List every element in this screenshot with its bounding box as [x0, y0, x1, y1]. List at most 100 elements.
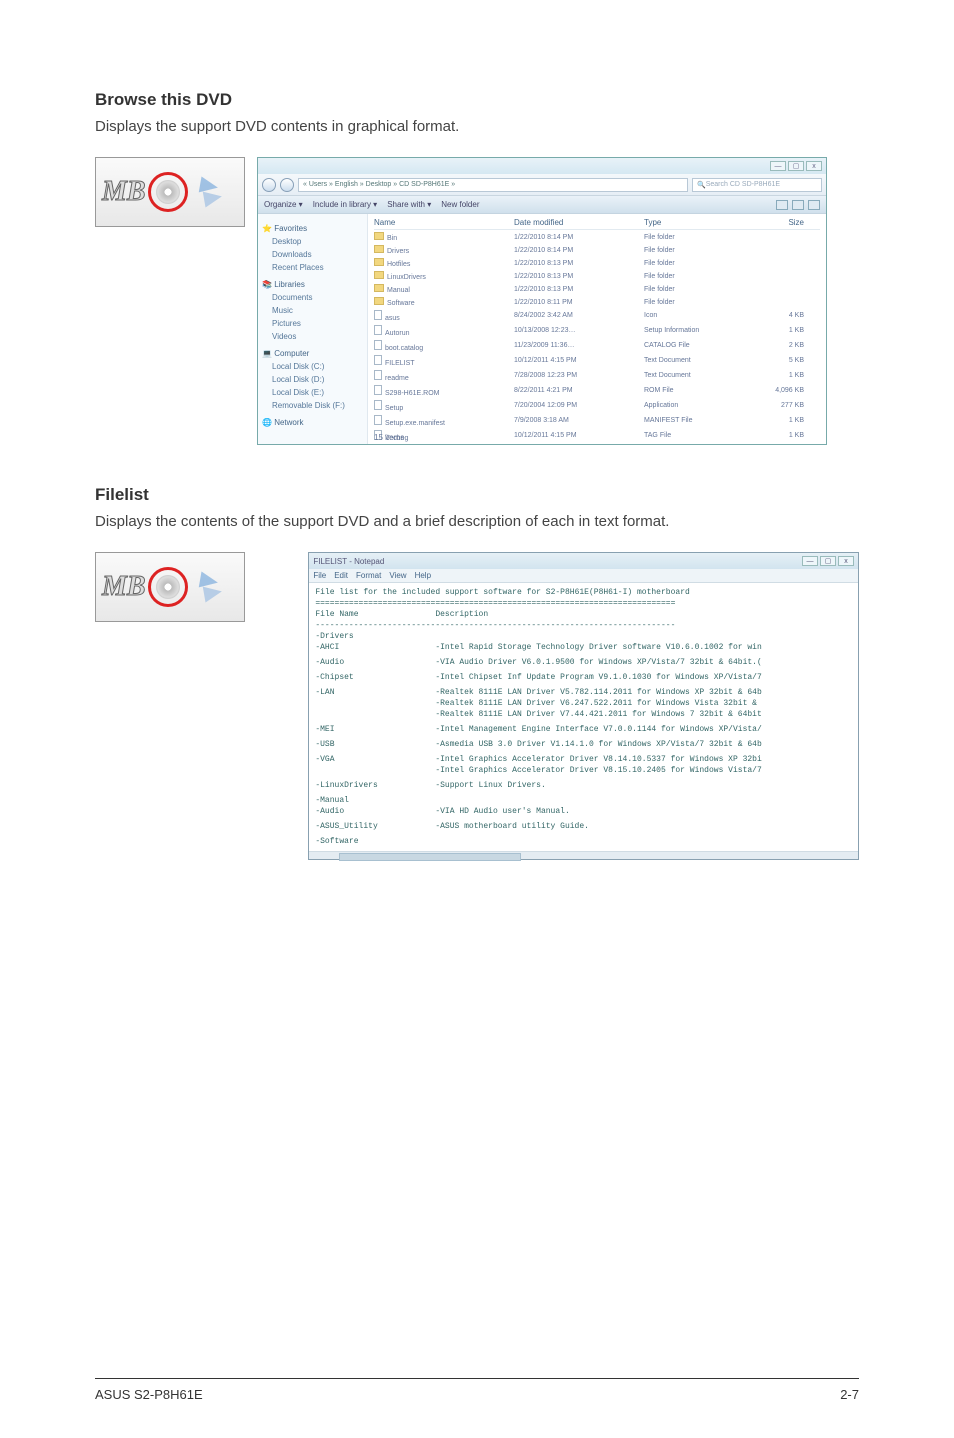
arrow-icon — [194, 170, 238, 214]
file-icon — [374, 325, 382, 335]
forward-icon[interactable] — [280, 178, 294, 192]
table-row[interactable]: asus8/24/2002 3:42 AMIcon4 KB — [374, 310, 820, 325]
list-header: Name Date modified Type Size — [374, 218, 820, 230]
sidebar-favorites[interactable]: ⭐ Favorites — [262, 222, 363, 235]
maximize-icon[interactable]: ▢ — [820, 556, 836, 566]
preview-pane-icon[interactable] — [792, 200, 804, 210]
red-circle-icon — [148, 172, 188, 212]
help-icon[interactable] — [808, 200, 820, 210]
sidebar-videos[interactable]: Videos — [272, 330, 363, 343]
minimize-icon[interactable]: — — [770, 161, 786, 171]
table-row[interactable]: readme7/28/2008 12:23 PMText Document1 K… — [374, 370, 820, 385]
notepad-title: FILELIST - Notepad — [313, 557, 384, 566]
table-row[interactable]: Drivers1/22/2010 8:14 PMFile folder — [374, 245, 820, 258]
folder-icon — [374, 297, 384, 305]
address-bar: « Users » English » Desktop » CD SD-P8H6… — [258, 174, 826, 196]
search-placeholder: Search CD SD-P8H61E — [706, 181, 780, 188]
menu-help[interactable]: Help — [415, 571, 431, 580]
browse-dvd-heading: Browse this DVD — [95, 90, 859, 110]
share-with-button[interactable]: Share with ▾ — [387, 200, 431, 209]
filelist-screenshot-row: MB FILELIST - Notepad — ▢ x File — [95, 552, 859, 860]
list-item: -Audio-VIA Audio Driver V6.0.1.9500 for … — [315, 657, 852, 668]
menu-format[interactable]: Format — [356, 571, 381, 580]
disc-icon — [156, 180, 180, 204]
folder-icon — [374, 232, 384, 240]
table-row[interactable]: Autorun10/13/2008 12:23…Setup Informatio… — [374, 325, 820, 340]
footer-right: 2-7 — [840, 1387, 859, 1402]
file-icon — [374, 400, 382, 410]
col-description: Description — [435, 609, 852, 620]
sidebar-disk-d[interactable]: Local Disk (D:) — [272, 373, 363, 386]
table-row[interactable]: S298-H61E.ROM8/22/2011 4:21 PMROM File4,… — [374, 385, 820, 400]
maximize-icon[interactable]: ▢ — [788, 161, 804, 171]
sidebar-disk-c[interactable]: Local Disk (C:) — [272, 360, 363, 373]
list-item: -VGA-Intel Graphics Accelerator Driver V… — [315, 754, 852, 765]
table-row[interactable]: Hotfiles1/22/2010 8:13 PMFile folder — [374, 258, 820, 271]
table-row[interactable]: boot.catalog11/23/2009 11:36…CATALOG Fil… — [374, 340, 820, 355]
statusbar-count: 15 items — [374, 433, 404, 442]
col-name[interactable]: Name — [374, 218, 514, 227]
close-icon[interactable]: x — [838, 556, 854, 566]
scrollbar-horizontal[interactable] — [309, 851, 858, 859]
notepad-body[interactable]: File list for the included support softw… — [309, 583, 858, 851]
browse-dvd-screenshot-row: MB — ▢ x « Users » English » Desktop » C… — [95, 157, 859, 445]
arrow-icon — [194, 565, 238, 609]
folder-icon — [374, 284, 384, 292]
sidebar-network[interactable]: 🌐 Network — [262, 416, 363, 429]
sidebar-downloads[interactable]: Downloads — [272, 248, 363, 261]
minimize-icon[interactable]: — — [802, 556, 818, 566]
list-item: -Realtek 8111E LAN Driver V7.44.421.2011… — [315, 709, 852, 720]
include-library-button[interactable]: Include in library ▾ — [313, 200, 378, 209]
list-item: -Audio-VIA HD Audio user's Manual. — [315, 806, 852, 817]
sidebar-libraries[interactable]: 📚 Libraries — [262, 278, 363, 291]
sidebar-disk-e[interactable]: Local Disk (E:) — [272, 386, 363, 399]
sidebar-removable[interactable]: Removable Disk (F:) — [272, 399, 363, 412]
table-row[interactable]: Vecbeg10/12/2011 4:15 PMTAG File1 KB — [374, 430, 820, 445]
list-item: -AHCI-Intel Rapid Storage Technology Dri… — [315, 642, 852, 653]
search-input[interactable]: 🔍 Search CD SD-P8H61E — [692, 178, 822, 192]
mb-logo: MB — [102, 176, 146, 208]
col-type[interactable]: Type — [644, 218, 754, 227]
sidebar-pictures[interactable]: Pictures — [272, 317, 363, 330]
list-item: -MEI-Intel Management Engine Interface V… — [315, 724, 852, 735]
explorer-toolbar: Organize ▾ Include in library ▾ Share wi… — [258, 196, 826, 214]
table-row[interactable]: Bin1/22/2010 8:14 PMFile folder — [374, 232, 820, 245]
table-row[interactable]: Setup.exe.manifest7/9/2008 3:18 AMMANIFE… — [374, 415, 820, 430]
list-item: -Drivers — [315, 631, 852, 642]
sidebar-desktop[interactable]: Desktop — [272, 235, 363, 248]
menu-edit[interactable]: Edit — [334, 571, 348, 580]
list-item: -USB-Asmedia USB 3.0 Driver V1.14.1.0 fo… — [315, 739, 852, 750]
table-row[interactable]: Software1/22/2010 8:11 PMFile folder — [374, 297, 820, 310]
file-icon — [374, 310, 382, 320]
menu-view[interactable]: View — [389, 571, 406, 580]
mb-logo: MB — [102, 571, 146, 603]
close-icon[interactable]: x — [806, 161, 822, 171]
list-item: -Chipset-Intel Chipset Inf Update Progra… — [315, 672, 852, 683]
view-icon[interactable] — [776, 200, 788, 210]
back-icon[interactable] — [262, 178, 276, 192]
sidebar-music[interactable]: Music — [272, 304, 363, 317]
table-row[interactable]: LinuxDrivers1/22/2010 8:13 PMFile folder — [374, 271, 820, 284]
col-date[interactable]: Date modified — [514, 218, 644, 227]
list-item: -Realtek 8111E LAN Driver V6.247.522.201… — [315, 698, 852, 709]
table-row[interactable]: FILELIST10/12/2011 4:15 PMText Document5… — [374, 355, 820, 370]
menu-file[interactable]: File — [313, 571, 326, 580]
sidebar-recent[interactable]: Recent Places — [272, 261, 363, 274]
file-icon — [374, 355, 382, 365]
col-filename: File Name — [315, 609, 435, 620]
browse-dvd-desc: Displays the support DVD contents in gra… — [95, 118, 859, 135]
new-folder-button[interactable]: New folder — [441, 200, 479, 209]
file-icon — [374, 370, 382, 380]
table-row[interactable]: Manual1/22/2010 8:13 PMFile folder — [374, 284, 820, 297]
organize-button[interactable]: Organize ▾ — [264, 200, 303, 209]
footer-left: ASUS S2-P8H61E — [95, 1387, 203, 1402]
sidebar-computer[interactable]: 💻 Computer — [262, 347, 363, 360]
file-icon — [374, 385, 382, 395]
folder-icon — [374, 258, 384, 266]
file-icon — [374, 340, 382, 350]
table-row[interactable]: Setup7/20/2004 12:09 PMApplication277 KB — [374, 400, 820, 415]
sidebar-documents[interactable]: Documents — [272, 291, 363, 304]
notepad-window: FILELIST - Notepad — ▢ x File Edit Forma… — [308, 552, 859, 860]
address-box[interactable]: « Users » English » Desktop » CD SD-P8H6… — [298, 178, 688, 192]
col-size[interactable]: Size — [754, 218, 804, 227]
